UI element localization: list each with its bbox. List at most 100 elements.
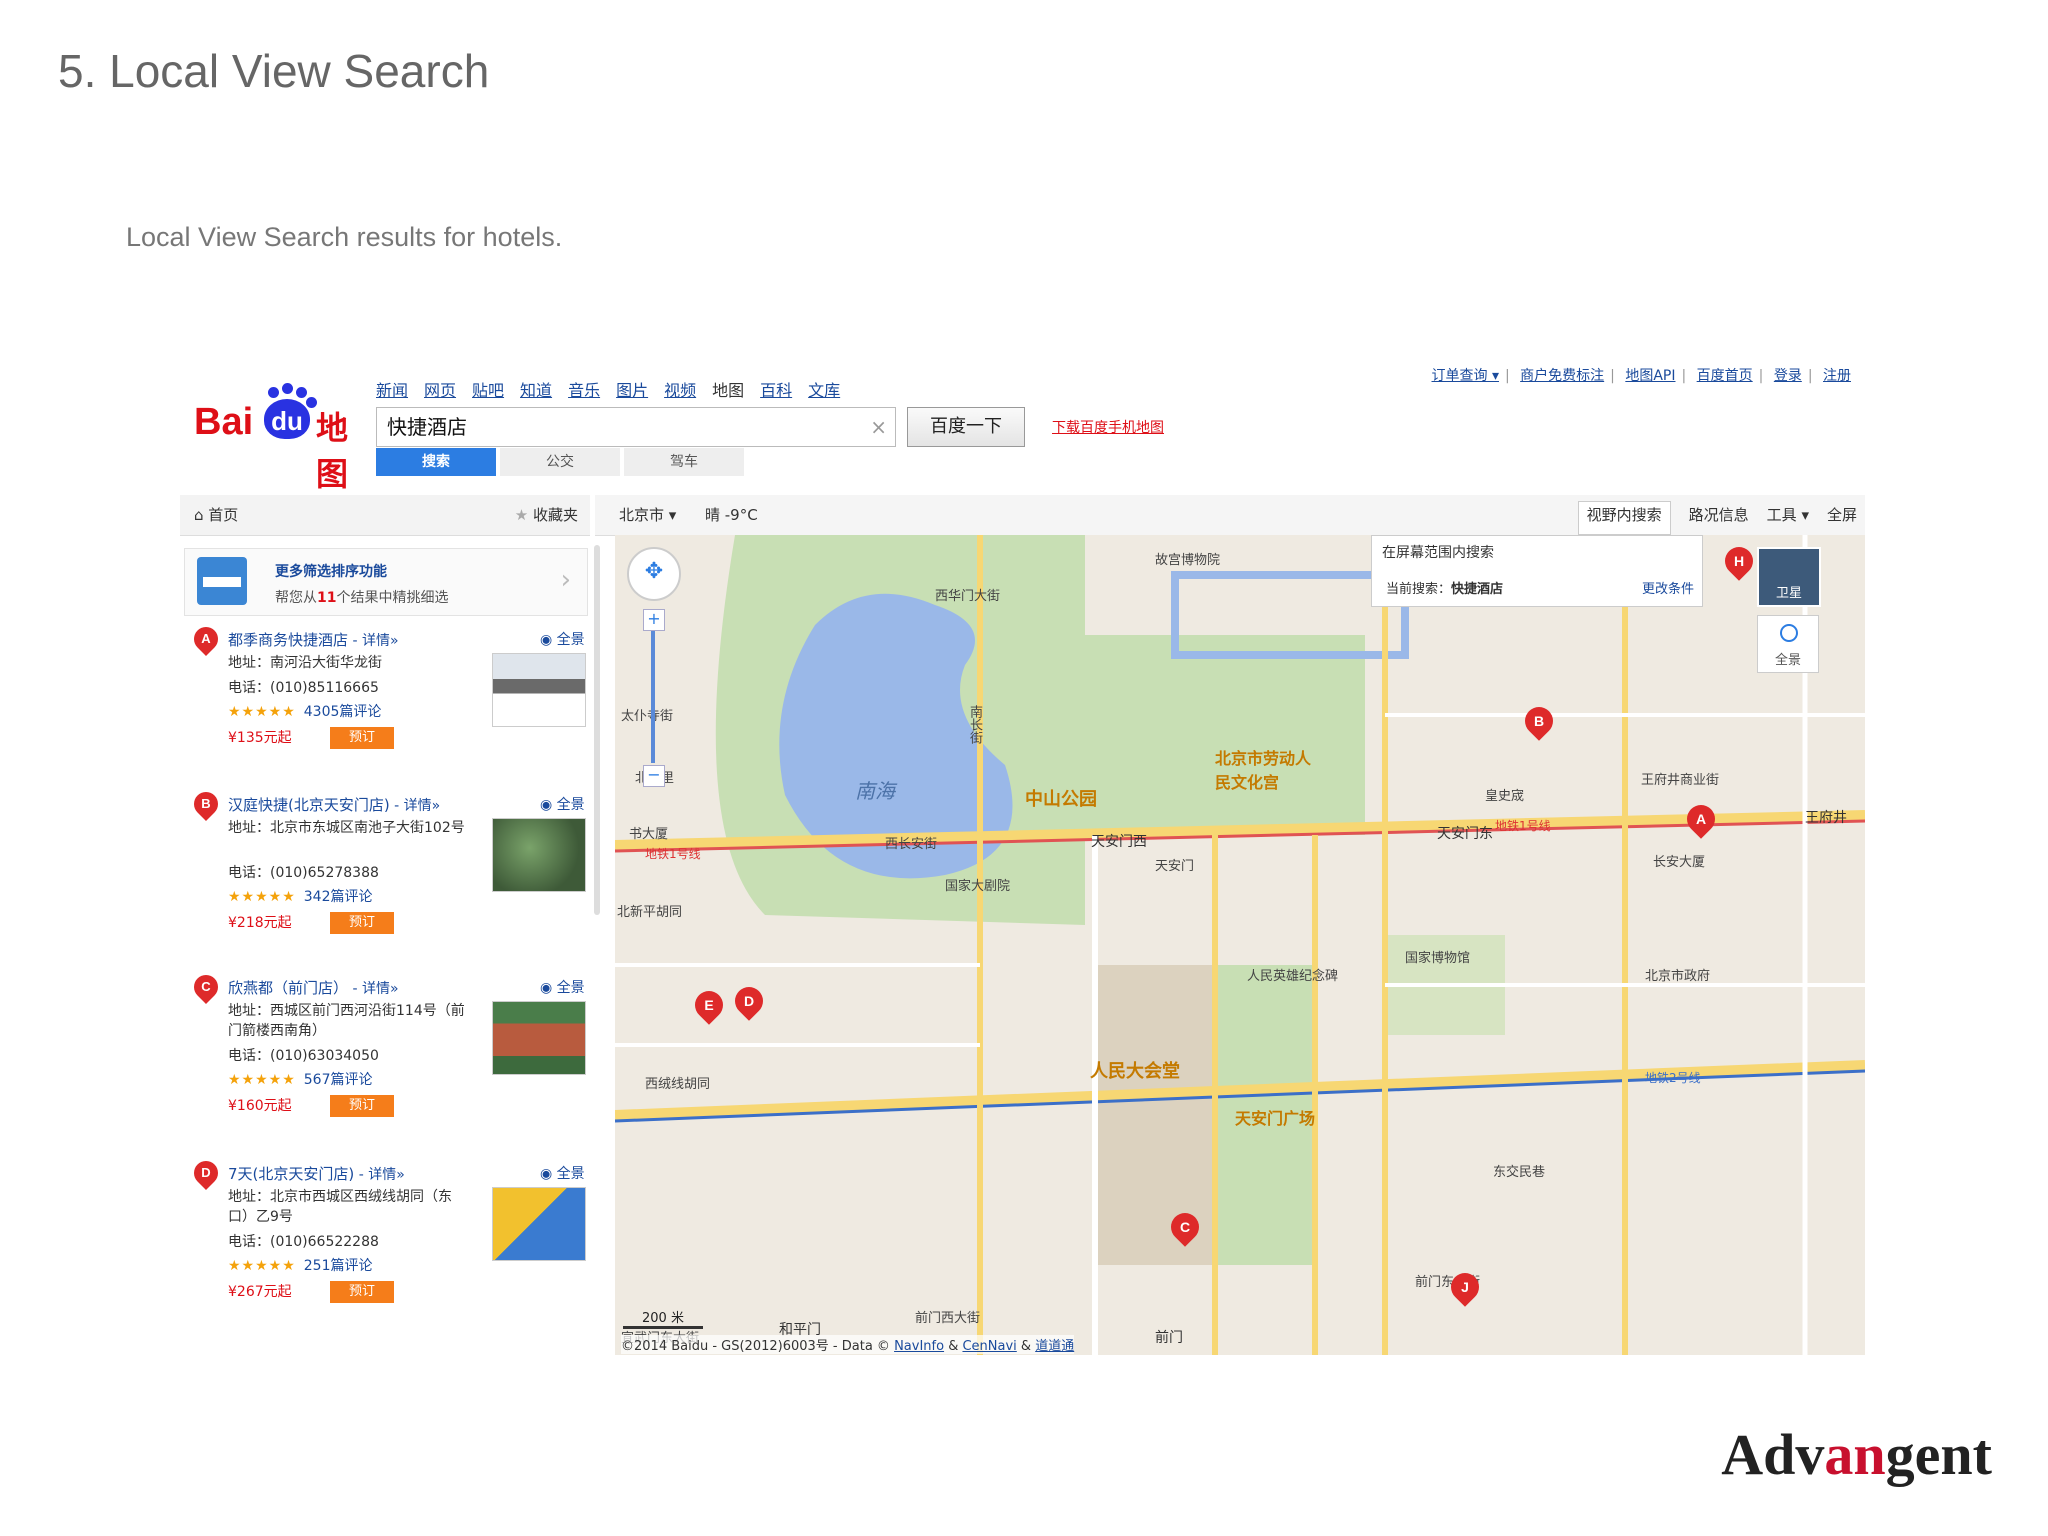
nav-web[interactable]: 网页: [424, 377, 456, 401]
marker-pin-icon: A: [189, 622, 223, 656]
marker-letter: D: [201, 1165, 211, 1180]
detail-link[interactable]: - 详情»: [354, 1167, 405, 1183]
search-in-view-button[interactable]: 视野内搜索: [1577, 501, 1671, 535]
map-pin-b[interactable]: B: [1519, 701, 1559, 741]
tab-search[interactable]: 搜索: [376, 448, 496, 476]
filter-promo-banner[interactable]: 更多筛选排序功能 帮您从11个结果中精挑细选 ›: [184, 548, 588, 616]
city-selector[interactable]: 北京市 ▾: [619, 495, 676, 535]
map-label-beijing-gov: 北京市政府: [1645, 969, 1711, 984]
daodaotong-link[interactable]: 道道通: [1035, 1339, 1074, 1354]
detail-link[interactable]: - 详情»: [390, 798, 440, 814]
result-name[interactable]: 都季商务快捷酒店 - 详情»: [228, 629, 399, 650]
panorama-link[interactable]: ◉ 全景: [540, 794, 585, 814]
popup-current-value: 快捷酒店: [1451, 582, 1504, 597]
results-scrollbar[interactable]: [594, 545, 600, 915]
left-panel-header: ⌂ 首页 ★ 收藏夹: [180, 495, 590, 536]
book-button[interactable]: 预订: [330, 727, 394, 749]
panorama-link[interactable]: ◉ 全景: [540, 977, 585, 997]
result-name-text: 7天(北京天安门店): [228, 1165, 355, 1183]
zoom-out-button[interactable]: −: [643, 765, 665, 787]
link-register[interactable]: 注册: [1823, 368, 1851, 384]
nav-tieba[interactable]: 贴吧: [472, 377, 504, 401]
review-count-link[interactable]: 567篇评论: [304, 1072, 373, 1088]
link-map-api[interactable]: 地图API: [1625, 368, 1675, 384]
hotel-thumbnail[interactable]: [492, 1001, 586, 1075]
nav-baike[interactable]: 百科: [760, 377, 792, 401]
result-price: ¥135元起: [228, 730, 292, 746]
panorama-toggle[interactable]: 全景: [1757, 615, 1819, 673]
pan-control[interactable]: ✥: [627, 547, 681, 601]
map-label-national-theater: 国家大剧院: [945, 879, 1011, 894]
traffic-button[interactable]: 路况信息: [1689, 495, 1749, 535]
tools-menu[interactable]: 工具 ▾: [1767, 495, 1809, 535]
navinfo-link[interactable]: NavInfo: [894, 1339, 944, 1354]
link-orders[interactable]: 订单查询 ▾: [1432, 368, 1499, 384]
panorama-link[interactable]: ◉ 全景: [540, 629, 585, 649]
map-pin-c[interactable]: C: [1165, 1207, 1205, 1247]
result-item: B 汉庭快捷(北京天安门店) - 详情» ◉ 全景 地址：北京市东城区南池子大街…: [189, 787, 594, 962]
result-name[interactable]: 汉庭快捷(北京天安门店) - 详情»: [228, 794, 440, 815]
copyright-text: ©2014 Baidu - GS(2012)6003号 - Data ©: [621, 1339, 895, 1354]
satellite-toggle[interactable]: 卫星: [1757, 547, 1821, 607]
map-pin-d[interactable]: D: [729, 981, 769, 1021]
home-link[interactable]: ⌂ 首页: [194, 495, 238, 535]
map-pin-e[interactable]: E: [689, 985, 729, 1025]
hotel-thumbnail[interactable]: [492, 653, 586, 727]
baidu-map-logo[interactable]: Bai du 地图: [194, 383, 374, 493]
result-name[interactable]: 7天(北京天安门店) - 详情»: [228, 1163, 405, 1184]
search-input[interactable]: 快捷酒店 ×: [376, 407, 896, 447]
nav-video[interactable]: 视频: [664, 377, 696, 401]
map-label-huangshicheng: 皇史宬: [1485, 789, 1525, 804]
nav-wenku[interactable]: 文库: [808, 377, 840, 401]
panorama-link[interactable]: ◉ 全景: [540, 1163, 585, 1183]
detail-link[interactable]: - 详情»: [348, 981, 398, 997]
nav-music[interactable]: 音乐: [568, 377, 600, 401]
link-baidu-home[interactable]: 百度首页: [1697, 368, 1753, 384]
nav-news[interactable]: 新闻: [376, 377, 408, 401]
marker-letter: A: [201, 631, 211, 646]
link-login[interactable]: 登录: [1774, 368, 1802, 384]
change-conditions-link[interactable]: 更改条件: [1642, 578, 1694, 597]
popup-current: 当前搜索：快捷酒店: [1386, 578, 1503, 597]
cennavi-link[interactable]: CenNavi: [962, 1339, 1016, 1354]
result-price: ¥160元起: [228, 1098, 292, 1114]
review-count-link[interactable]: 4305篇评论: [304, 704, 382, 720]
map-pin-j[interactable]: J: [1445, 1267, 1485, 1307]
review-count-link[interactable]: 251篇评论: [304, 1258, 373, 1274]
map-scale: 200 米: [623, 1307, 703, 1329]
tab-drive[interactable]: 驾车: [624, 448, 744, 476]
book-button[interactable]: 预订: [330, 1281, 394, 1303]
hotel-thumbnail[interactable]: [492, 1187, 586, 1261]
map-pin-h[interactable]: H: [1719, 541, 1759, 581]
location-icon: ◉: [540, 797, 557, 813]
paw-dot-icon: [282, 383, 293, 394]
location-icon: ◉: [540, 632, 557, 648]
favorites-link[interactable]: ★ 收藏夹: [515, 495, 578, 535]
map-canvas[interactable]: 南海 中山公园 北京市劳动人民文化宫 人民大会堂 天安门广场 天安门 天安门西 …: [615, 535, 1865, 1355]
panorama-label: 全景: [556, 1166, 585, 1182]
book-button[interactable]: 预订: [330, 1095, 394, 1117]
nav-map[interactable]: 地图: [712, 377, 744, 401]
search-button[interactable]: 百度一下: [907, 407, 1025, 447]
zoom-track[interactable]: [651, 631, 655, 763]
nav-images[interactable]: 图片: [616, 377, 648, 401]
clear-icon[interactable]: ×: [870, 408, 887, 446]
hotel-thumbnail[interactable]: [492, 818, 586, 892]
brand-accent: an: [1824, 1422, 1886, 1487]
result-item: C 欣燕都（前门店） - 详情» ◉ 全景 地址：西城区前门西河沿街114号（前…: [189, 970, 594, 1145]
advangent-logo: Advangent: [1721, 1421, 1992, 1488]
tab-transit[interactable]: 公交: [500, 448, 620, 476]
fullscreen-button[interactable]: 全屏: [1827, 495, 1857, 535]
nav-zhidao[interactable]: 知道: [520, 377, 552, 401]
map-pin-a[interactable]: A: [1681, 799, 1721, 839]
result-price: ¥267元起: [228, 1284, 292, 1300]
book-button[interactable]: 预订: [330, 912, 394, 934]
map-label-tiananmen-square: 天安门广场: [1235, 1109, 1316, 1128]
detail-link[interactable]: - 详情»: [348, 633, 398, 649]
review-count-link[interactable]: 342篇评论: [304, 889, 373, 905]
download-app-link[interactable]: 下载百度手机地图: [1052, 417, 1164, 437]
result-name[interactable]: 欣燕都（前门店） - 详情»: [228, 977, 399, 998]
link-merchant[interactable]: 商户免费标注: [1520, 368, 1604, 384]
zoom-slider[interactable]: + −: [643, 609, 665, 787]
zoom-in-button[interactable]: +: [643, 609, 665, 631]
